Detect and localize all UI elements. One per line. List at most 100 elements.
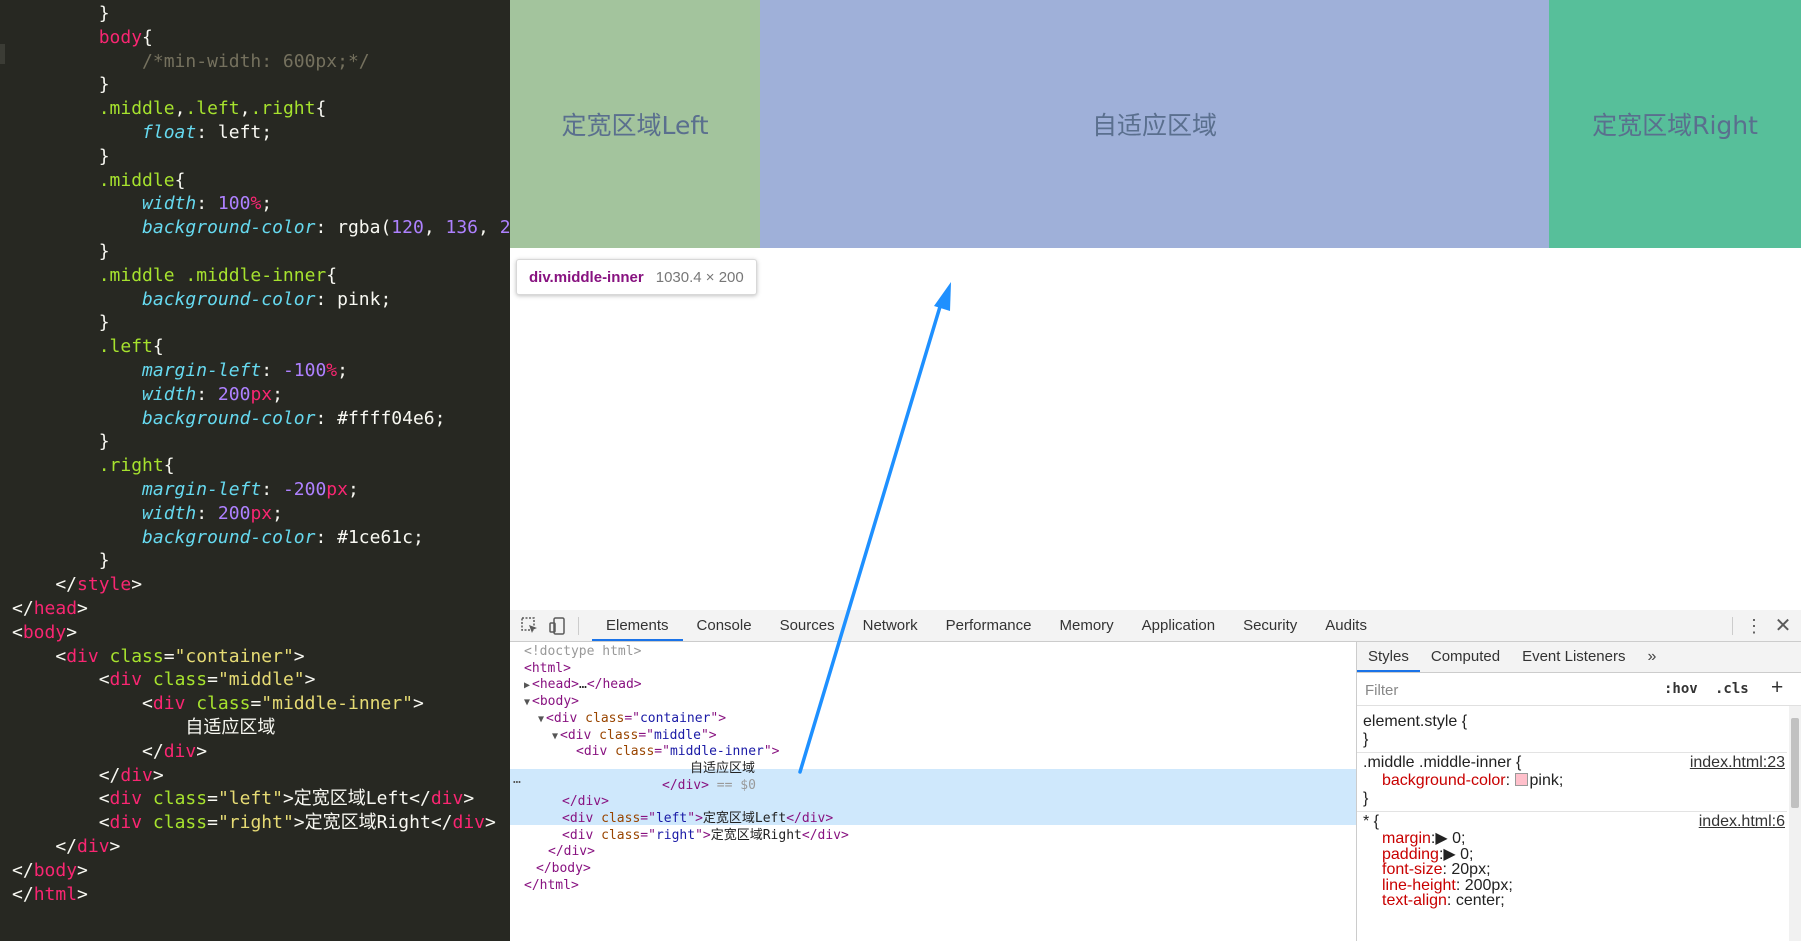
element-style-selector[interactable]: element.style { [1363,713,1467,731]
tab-performance[interactable]: Performance [932,610,1046,641]
code-line: </div> [12,764,164,788]
code-line: <div class="container"> [12,645,304,669]
devtools-panel: Elements Console Sources Network Performance… [510,610,1801,941]
code-token: px [250,383,273,405]
dom-token: =" [640,811,656,826]
tab-network[interactable]: Network [849,610,932,641]
dom-token: middle-inner [669,744,764,760]
devtools-tabbar: Elements Console Sources Network Performance… [510,610,1801,642]
code-line: width: 100%; [12,192,272,216]
code-token: } [12,431,110,453]
tab-memory[interactable]: Memory [1046,610,1128,641]
dom-token: <div [562,811,602,826]
code-line: /*min-width: 600px;*/ [12,50,370,74]
rule2-declaration[interactable]: text-align: center; [1382,892,1505,910]
toolbar-divider [1732,617,1733,635]
inspect-tooltip: div.middle-inner 1030.4 × 200 [516,259,757,295]
code-token: background-color [12,217,316,239]
dom-token: middle [653,727,701,743]
code-token: 100 [217,193,251,215]
code-line: background-color: pink; [12,288,391,312]
code-token: div [163,740,197,762]
code-token: width [12,193,197,215]
rule1-declaration[interactable]: background-color: pink; [1382,772,1563,790]
more-options-icon[interactable]: ⋮ [1744,615,1764,637]
code-token: , [239,98,251,120]
styles-tab-styles[interactable]: Styles [1357,642,1420,672]
tab-sources[interactable]: Sources [766,610,849,641]
dom-token: <!doctype html> [524,644,642,659]
code-line: .middle{ [12,169,186,193]
more-tabs-icon[interactable]: » [1636,642,1667,672]
rule1-selector[interactable]: .middle .middle-inner { [1363,754,1521,772]
code-token: </ [12,836,78,857]
code-line: } [12,549,110,573]
styles-pane: StylesComputedEvent Listeners» :hov .cls… [1356,642,1801,941]
tab-security[interactable]: Security [1229,610,1311,641]
code-token: px [250,502,273,524]
code-token: div [120,764,153,786]
close-devtools-icon[interactable]: ✕ [1772,615,1794,637]
code-token: div [109,788,143,810]
styles-scrollbar[interactable] [1789,706,1801,941]
expand-toggle-icon[interactable]: ▼ [538,714,544,725]
code-token: ; [347,479,359,500]
code-editor[interactable]: } body{ /*min-width: 600px;*/ } .middle,… [0,0,510,941]
dom-token: </html> [524,877,579,893]
dom-node-row[interactable]: </html> [510,876,1356,895]
expand-toggle-icon[interactable]: ▼ [552,731,558,742]
styles-filter-input[interactable] [1363,677,1647,703]
inspect-element-icon[interactable] [520,616,540,636]
code-token: > [109,836,121,857]
rule2-value: ▶ 0; [1443,845,1474,863]
code-token: = [163,645,175,667]
code-line: .middle,.left,.right{ [12,97,327,121]
code-token: : rgba( [315,217,392,239]
styles-tab-event-listeners[interactable]: Event Listeners [1511,642,1636,672]
code-token: .left [185,98,240,120]
device-toolbar-icon[interactable] [548,616,568,636]
tab-audits[interactable]: Audits [1311,610,1381,641]
tab-elements[interactable]: Elements [592,610,683,641]
code-token: { [163,455,175,477]
new-style-rule-button[interactable]: + [1771,676,1783,700]
code-token: , [478,217,500,239]
code-token: { [174,169,186,191]
code-token: > [152,764,164,786]
code-token: > [196,740,208,762]
rule1-source-link[interactable]: index.html:23 [1690,754,1785,772]
code-line: </style> [12,573,142,597]
code-token: class [109,645,164,667]
tooltip-element-size: 1030.4 × 200 [655,268,744,286]
rule2-value: 20px; [1446,861,1491,879]
rendered-page[interactable]: 定宽区域Left 自适应区域 定宽区域Right div.middle-inne… [510,0,1801,610]
code-token: .right [12,455,164,477]
code-token: margin-left [12,360,262,381]
code-token: width [12,502,197,524]
code-token: -200 [282,479,327,500]
expand-toggle-icon[interactable]: ▼ [524,697,530,708]
rule2-source-link[interactable]: index.html:6 [1699,813,1785,831]
tab-console[interactable]: Console [683,610,766,641]
code-token: } [12,74,110,96]
devtools-tabs: Elements Console Sources Network Performance… [592,610,1381,641]
styles-tab-computed[interactable]: Computed [1420,642,1511,672]
dom-token: "> [695,827,711,843]
rule2-property: font-size [1382,861,1443,879]
code-token: { [315,98,327,120]
styles-scroll-thumb[interactable] [1791,718,1799,808]
rule2-selector[interactable]: * { [1363,813,1379,831]
expand-toggle-icon[interactable]: ▶ [524,680,530,691]
hover-state-toggle[interactable]: :hov [1664,681,1698,697]
pink-color-swatch[interactable] [1514,773,1528,786]
elements-tree[interactable]: … <!doctype html> <html> ▶ <head>…</head> ▼ <… [510,642,1356,941]
tab-application[interactable]: Application [1128,610,1229,641]
code-token: , [174,98,186,120]
dom-token: <div [562,827,602,843]
class-toggle[interactable]: .cls [1715,681,1749,697]
rule1-property: background-color [1382,772,1506,789]
dom-token: </div> [801,827,849,843]
